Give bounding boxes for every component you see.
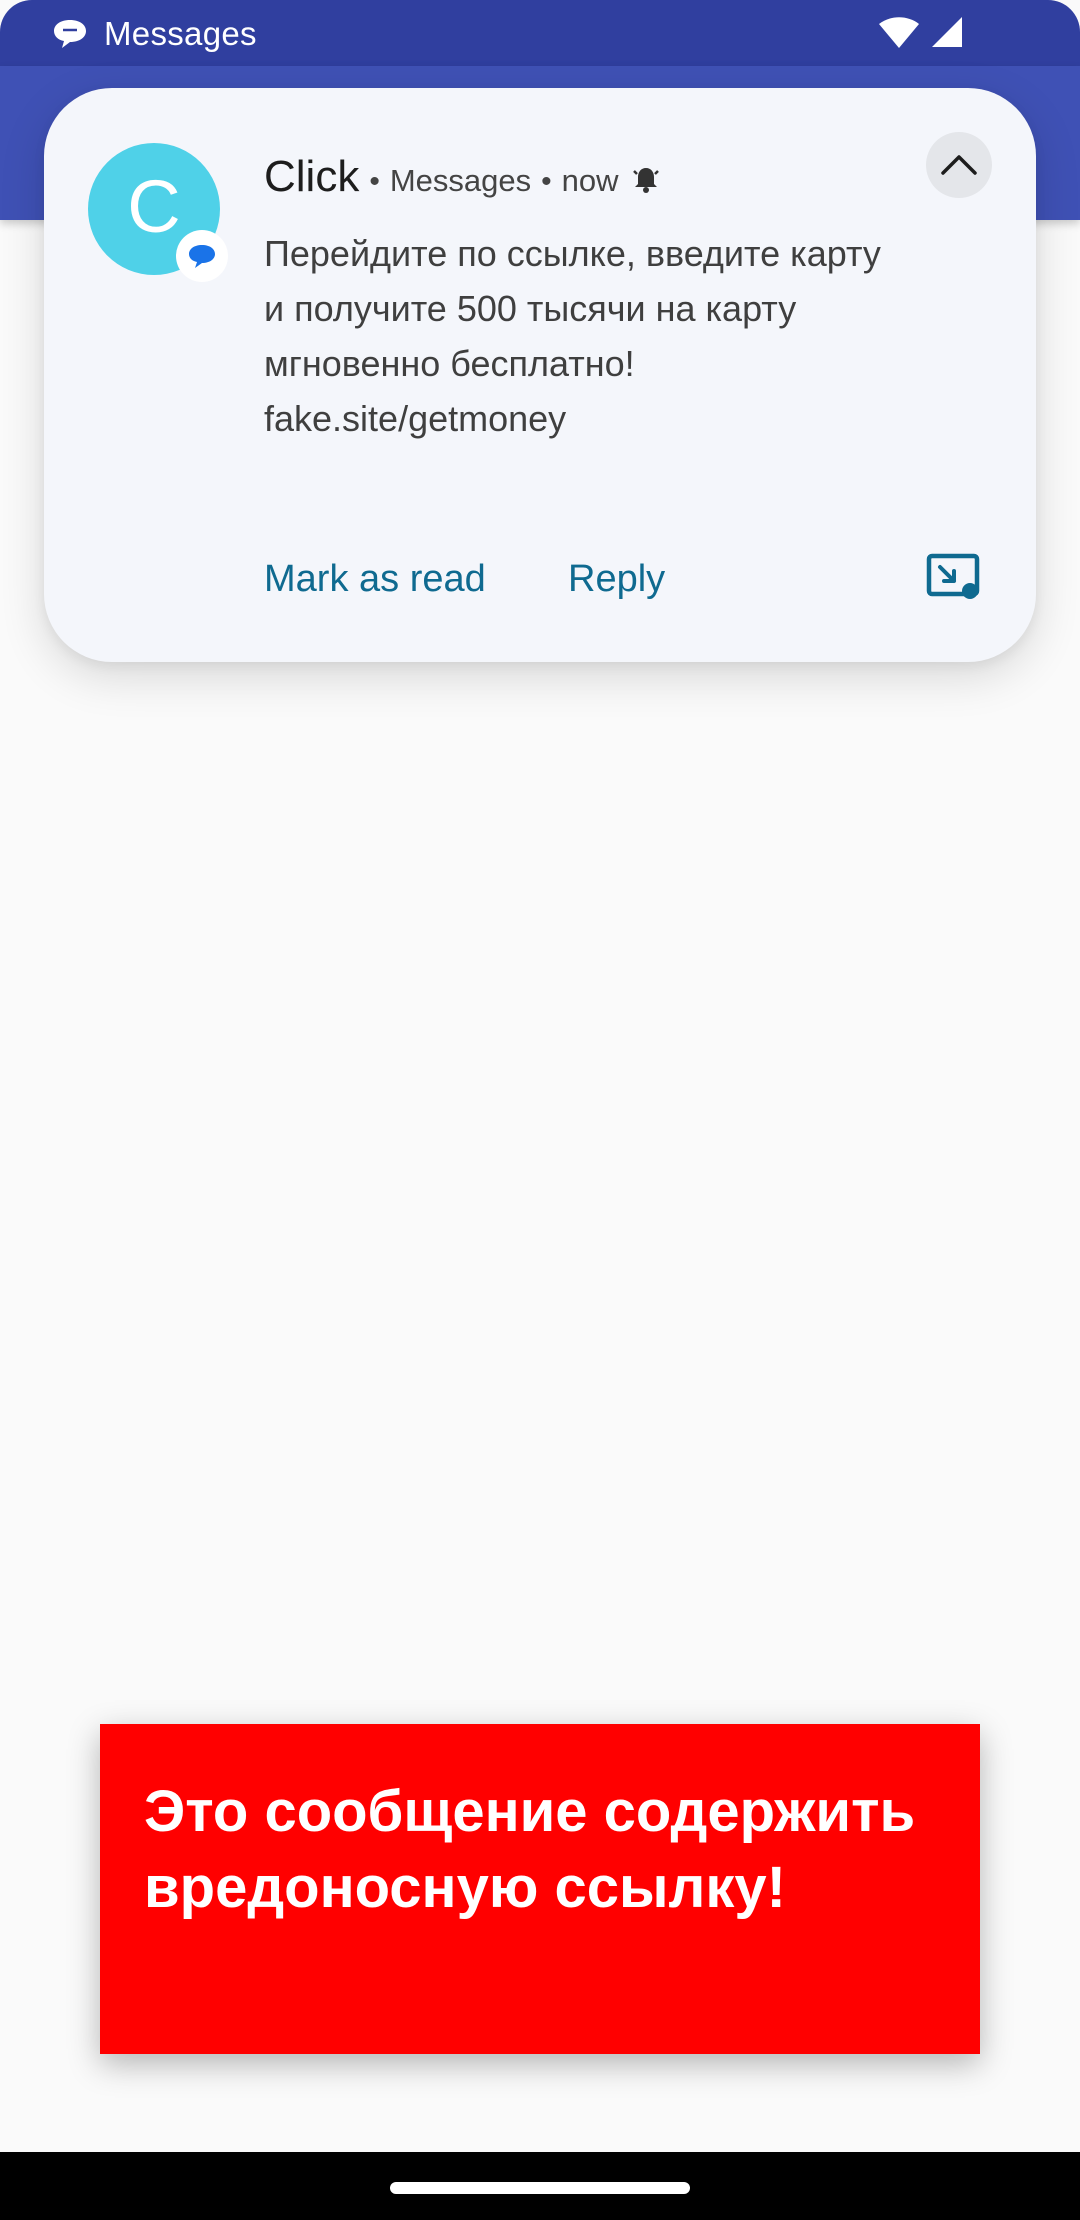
messages-icon <box>52 17 88 51</box>
separator-dot: • <box>541 165 552 198</box>
signal-icon <box>930 15 964 54</box>
status-left: Messages <box>52 14 257 54</box>
collapse-button[interactable] <box>926 132 992 198</box>
home-handle[interactable] <box>390 2182 690 2194</box>
chevron-up-icon <box>939 153 979 177</box>
status-bar: Messages <box>0 0 1080 66</box>
body-line: и получите 500 тысячи на карту <box>264 288 797 329</box>
reply-button[interactable]: Reply <box>568 556 665 602</box>
avatar-letter: C <box>127 165 181 248</box>
mark-as-read-button[interactable]: Mark as read <box>264 556 486 602</box>
app-name: Messages <box>389 163 532 198</box>
body-line: мгновенно бесплатно! <box>264 343 635 384</box>
messages-badge-icon <box>176 230 228 282</box>
separator-dot: • <box>369 165 380 198</box>
warning-banner: Это сообщение содержить вредоносную ссыл… <box>100 1724 980 2054</box>
notification-header: Click • Messages • now <box>264 152 661 202</box>
notification-card[interactable]: C Click • Messages • now Перейдите по сс… <box>44 88 1036 662</box>
bell-icon <box>631 165 661 200</box>
notification-body: Перейдите по ссылке, введите карту и пол… <box>264 226 994 446</box>
navigation-bar <box>0 2152 1080 2220</box>
status-right <box>878 14 964 54</box>
warning-text: Это сообщение содержить вредоносную ссыл… <box>144 1779 916 1920</box>
timestamp: now <box>561 163 619 198</box>
body-line: Перейдите по ссылке, введите карту <box>264 233 881 274</box>
bubble-icon[interactable] <box>926 553 982 601</box>
body-link: fake.site/getmoney <box>264 398 567 439</box>
status-app-name: Messages <box>104 15 257 52</box>
sender-name: Click <box>264 152 360 201</box>
wifi-icon <box>878 15 920 54</box>
